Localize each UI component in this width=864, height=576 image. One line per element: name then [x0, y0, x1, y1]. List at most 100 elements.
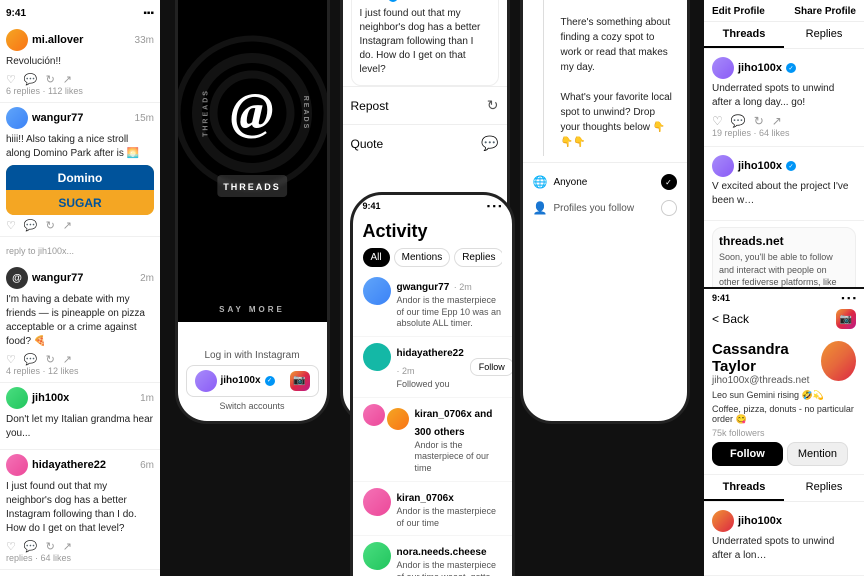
timestamp-5: 6m [140, 460, 154, 471]
threads-net-text: Soon, you'll be able to follow and inter… [719, 251, 849, 289]
follow-button[interactable]: Follow [712, 442, 783, 466]
tab-replies[interactable]: Replies [784, 22, 864, 48]
reply-prompt[interactable]: reply to jih100x... [0, 237, 160, 263]
follow-btn-hidayat[interactable]: Follow [470, 358, 512, 376]
activity-content-4: nora.needs.cheese Andor is the masterpie… [397, 542, 502, 576]
repost-icon-2[interactable]: ↻ [46, 219, 55, 232]
repost-icon[interactable]: ↻ [46, 73, 55, 86]
share-icon-2[interactable]: ↗ [63, 219, 72, 232]
compose-text[interactable]: Discovered a new coffee shop in my neigh… [561, 0, 677, 150]
tab-replies[interactable]: Replies [454, 248, 501, 267]
status-time-p6: 9:41 [712, 293, 730, 303]
profile-bot-post-text: Underrated spots to unwind after a lon… [712, 535, 856, 563]
comment-p1[interactable]: 💬 [731, 114, 746, 128]
profile-post-text-2: V excited about the project I've been w… [712, 180, 856, 208]
activity-name-0: gwangur77 [397, 282, 450, 293]
post-card-p3: hidayathere22 ✓ 6m I just found out that… [351, 0, 499, 86]
activity-text-2: Andor is the masterpiece of our time [415, 440, 502, 475]
feed-stats-3: 4 replies · 12 likes [6, 366, 154, 376]
feed-item-2: wangur77 15m hiii!! Also taking a nice s… [0, 103, 160, 237]
domino-image: Domino SUGAR [6, 165, 154, 215]
profile-stats-1: 19 replies · 64 likes [712, 128, 856, 138]
phone-compose: 9:41 ▪ ▪ ▪ Cancel New thread 43 jiho10 [520, 0, 690, 424]
instagram-icon: 📷 [290, 371, 310, 391]
login-user-row[interactable]: jiho100x ✓ 📷 [186, 365, 319, 397]
tab-threads[interactable]: Threads [704, 22, 784, 48]
profile-followers: 75k followers [712, 428, 856, 438]
audience-anyone[interactable]: 🌐 Anyone ✓ [533, 169, 677, 195]
feed-text-2: hiii!! Also taking a nice stroll along D… [6, 133, 154, 161]
edit-profile-btn[interactable]: Edit Profile [712, 6, 765, 17]
comment-icon[interactable]: 💬 [24, 73, 38, 86]
heart-icon-2[interactable]: ♡ [6, 219, 16, 232]
quote-action[interactable]: Quote 💬 [343, 124, 507, 162]
activity-item-4: nora.needs.cheese Andor is the masterpie… [353, 536, 512, 576]
share-profile-btn[interactable]: Share Profile [794, 6, 856, 17]
heart-p1[interactable]: ♡ [712, 114, 723, 128]
middle-col: 9:41 ▪ ▪ ▪ SAY MORE SAY MORE THREADS R [160, 0, 704, 576]
repost-action-icon: ↻ [487, 97, 499, 114]
activity-title: Activity [363, 221, 502, 242]
tab-all[interactable]: All [363, 248, 390, 267]
status-icons-left: ▪▪▪ [143, 8, 154, 19]
login-section: Log in with Instagram jiho100x ✓ 📷 Switc… [178, 322, 327, 424]
say-more-text-bot: SAY MORE [219, 305, 285, 314]
profile-bio-1: Leo sun Gemini rising 🤣💫 [712, 390, 856, 401]
profile-verified-1: ✓ [786, 63, 796, 73]
profile-top-tabs: Threads Replies [704, 22, 864, 49]
share-icon-5[interactable]: ↗ [63, 540, 72, 553]
tab-threads-bot[interactable]: Threads [704, 475, 784, 501]
comment-icon-2[interactable]: 💬 [24, 219, 38, 232]
audience-following[interactable]: 👤 Profiles you follow [533, 195, 677, 221]
threads-net-card: threads.net Soon, you'll be able to foll… [712, 227, 856, 289]
heart-icon-3[interactable]: ♡ [6, 353, 16, 366]
avatar-profile-2 [712, 155, 734, 177]
activity-text-4: Andor is the masterpiece of our time waa… [397, 560, 502, 576]
mid-phones-row-2: 9:41 ▪ ▪ ▪ Activity All Mentions Replies… [350, 432, 515, 576]
phone-activity: 9:41 ▪ ▪ ▪ Activity All Mentions Replies… [350, 192, 515, 576]
profile-avatar-big [821, 341, 856, 381]
threads-logo-bg: SAY MORE SAY MORE THREADS READS @ THREAD… [178, 0, 327, 322]
profile-bot-post: jiho100x Underrated spots to unwind afte… [704, 502, 864, 576]
comment-icon-3[interactable]: 💬 [24, 353, 38, 366]
thread-line [543, 0, 544, 156]
instagram-icon-p6[interactable]: 📷 [836, 309, 856, 329]
share-icon[interactable]: ↗ [63, 73, 72, 86]
status-time-left: 9:41 [6, 8, 26, 19]
status-time-p5: 9:41 [363, 201, 381, 211]
compose-body: jiho100x ✓ Discovered a new coffee shop … [523, 0, 687, 162]
login-username: jiho100x [221, 375, 261, 386]
avatar-nora [363, 542, 391, 570]
right-top-phone: Edit Profile Share Profile Threads Repli… [704, 0, 864, 289]
tab-replies-bot[interactable]: Replies [784, 475, 864, 501]
username-feed3: wangur77 [32, 272, 83, 284]
cassandra-username: jiho100x [738, 515, 782, 527]
timestamp-p3: 6m [476, 0, 490, 3]
mention-button[interactable]: Mention [787, 442, 848, 466]
profile-top-bar: Edit Profile Share Profile [704, 0, 864, 22]
feed-actions-1: ♡ 💬 ↻ ↗ [6, 73, 154, 86]
repost-action[interactable]: Repost ↻ [343, 86, 507, 124]
share-icon-3[interactable]: ↗ [63, 353, 72, 366]
repost-icon-5[interactable]: ↻ [46, 540, 55, 553]
globe-icon: 🌐 [533, 175, 548, 189]
comment-icon-5[interactable]: 💬 [24, 540, 38, 553]
tab-mentions[interactable]: Mentions [394, 248, 451, 267]
back-btn[interactable]: < Back [712, 312, 749, 326]
post-text-p3: I just found out that my neighbor's dog … [360, 7, 490, 77]
repost-p1[interactable]: ↻ [754, 114, 764, 128]
heart-icon-5[interactable]: ♡ [6, 540, 16, 553]
profile-bot-tabs: Threads Replies [704, 475, 864, 502]
share-p1[interactable]: ↗ [772, 114, 782, 128]
timestamp-2: 15m [135, 113, 154, 124]
activity-content-0: gwangur77 · 2m Andor is the masterpiece … [397, 277, 502, 330]
avatar-threads-logo: @ [6, 267, 28, 289]
activity-name-2: kiran_0706x and 300 others [415, 409, 493, 438]
avatar-300-others [387, 408, 409, 430]
repost-icon-3[interactable]: ↻ [46, 353, 55, 366]
heart-icon[interactable]: ♡ [6, 73, 16, 86]
switch-accounts[interactable]: Switch accounts [219, 401, 284, 411]
avatar-profile-1 [712, 57, 734, 79]
profile-post-actions-1: ♡ 💬 ↻ ↗ [712, 114, 856, 128]
username-hidayat: hidayathere22 [32, 459, 106, 471]
